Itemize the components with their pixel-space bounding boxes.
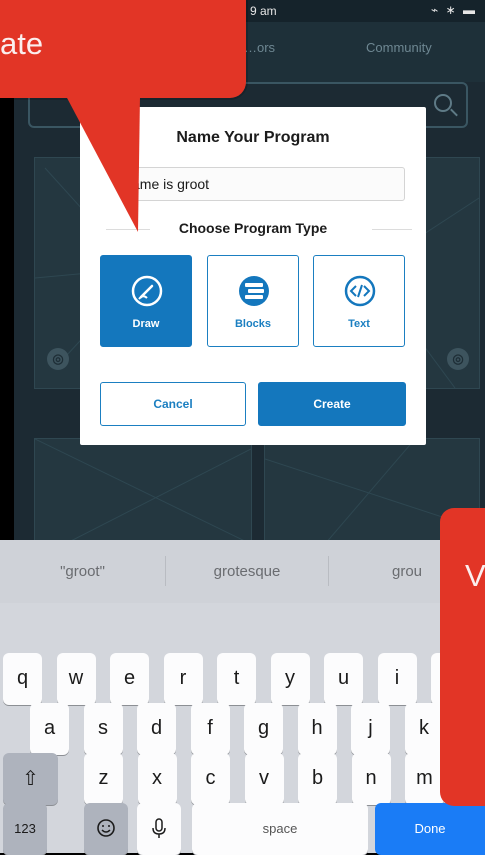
suggestion-bar: "groot" grotesque grou	[0, 540, 485, 603]
key-y[interactable]: y	[270, 653, 310, 705]
suggestion-2[interactable]: grotesque	[166, 540, 328, 603]
type-label: Text	[348, 318, 370, 330]
status-icons: ⌁ ∗ ▬	[431, 3, 477, 17]
status-time: 9 am	[250, 4, 277, 18]
emoji-key[interactable]	[84, 803, 128, 855]
program-type-label: Choose Program Type	[178, 220, 328, 236]
key-w[interactable]: w	[56, 653, 96, 705]
key-j[interactable]: j	[351, 703, 390, 755]
card-artwork	[35, 439, 251, 544]
key-t[interactable]: t	[217, 653, 256, 705]
dialog-title: Name Your Program	[176, 129, 330, 146]
microphone-icon	[152, 818, 166, 838]
key-z[interactable]: z	[84, 753, 123, 805]
key-g[interactable]: g	[244, 703, 283, 755]
callout-text: ate	[0, 26, 44, 61]
tutorial-callout: V	[440, 508, 485, 806]
type-text-button[interactable]: Text	[313, 255, 405, 347]
dictation-key[interactable]	[137, 803, 181, 855]
key-h[interactable]: h	[297, 703, 337, 755]
ios-keyboard: "groot" grotesque grou qwertyuioasdfghjk…	[0, 540, 485, 855]
program-name-input[interactable]	[125, 167, 405, 201]
key-i[interactable]: i	[377, 653, 417, 705]
key-a[interactable]: a	[30, 703, 69, 755]
type-blocks-button[interactable]: Blocks	[207, 255, 299, 347]
key-k[interactable]: k	[404, 703, 444, 755]
done-key[interactable]: Done	[375, 803, 485, 855]
suggestion-1[interactable]: "groot"	[0, 540, 165, 603]
create-button[interactable]: Create	[258, 382, 406, 426]
pencil-circle-icon	[131, 275, 163, 307]
key-u[interactable]: u	[324, 653, 363, 705]
key-v[interactable]: v	[244, 753, 284, 805]
program-card[interactable]	[34, 438, 252, 545]
space-key[interactable]: space	[192, 803, 368, 855]
code-icon	[344, 275, 376, 307]
key-f[interactable]: f	[190, 703, 230, 755]
key-d[interactable]: d	[137, 703, 176, 755]
cancel-button[interactable]: Cancel	[100, 382, 246, 426]
key-x[interactable]: x	[137, 753, 177, 805]
callout-text: V	[465, 558, 485, 593]
shift-key[interactable]: ⇧	[3, 753, 58, 805]
card-type-icon: ◎	[447, 348, 469, 370]
key-m[interactable]: m	[405, 753, 444, 805]
search-icon	[434, 94, 452, 112]
key-s[interactable]: s	[83, 703, 123, 755]
card-type-icon: ◎	[47, 348, 69, 370]
key-c[interactable]: c	[191, 753, 230, 805]
nav-tab-creators[interactable]: …ors	[244, 40, 275, 55]
key-q[interactable]: q	[3, 653, 42, 705]
numbers-key[interactable]: 123	[3, 803, 47, 855]
program-type-heading: Choose Program Type	[80, 220, 426, 238]
type-label: Draw	[132, 318, 160, 330]
new-program-dialog: Name Your Program Choose Program Type Dr…	[80, 107, 426, 445]
emoji-icon	[97, 819, 115, 837]
key-r[interactable]: r	[163, 653, 203, 705]
blocks-icon	[239, 276, 269, 306]
key-e[interactable]: e	[110, 653, 149, 705]
type-label: Blocks	[234, 318, 272, 330]
tutorial-callout: ate	[0, 0, 246, 98]
key-b[interactable]: b	[298, 753, 337, 805]
type-draw-button[interactable]: Draw	[100, 255, 192, 347]
key-n[interactable]: n	[351, 753, 391, 805]
nav-tab-community[interactable]: Community	[366, 40, 432, 55]
